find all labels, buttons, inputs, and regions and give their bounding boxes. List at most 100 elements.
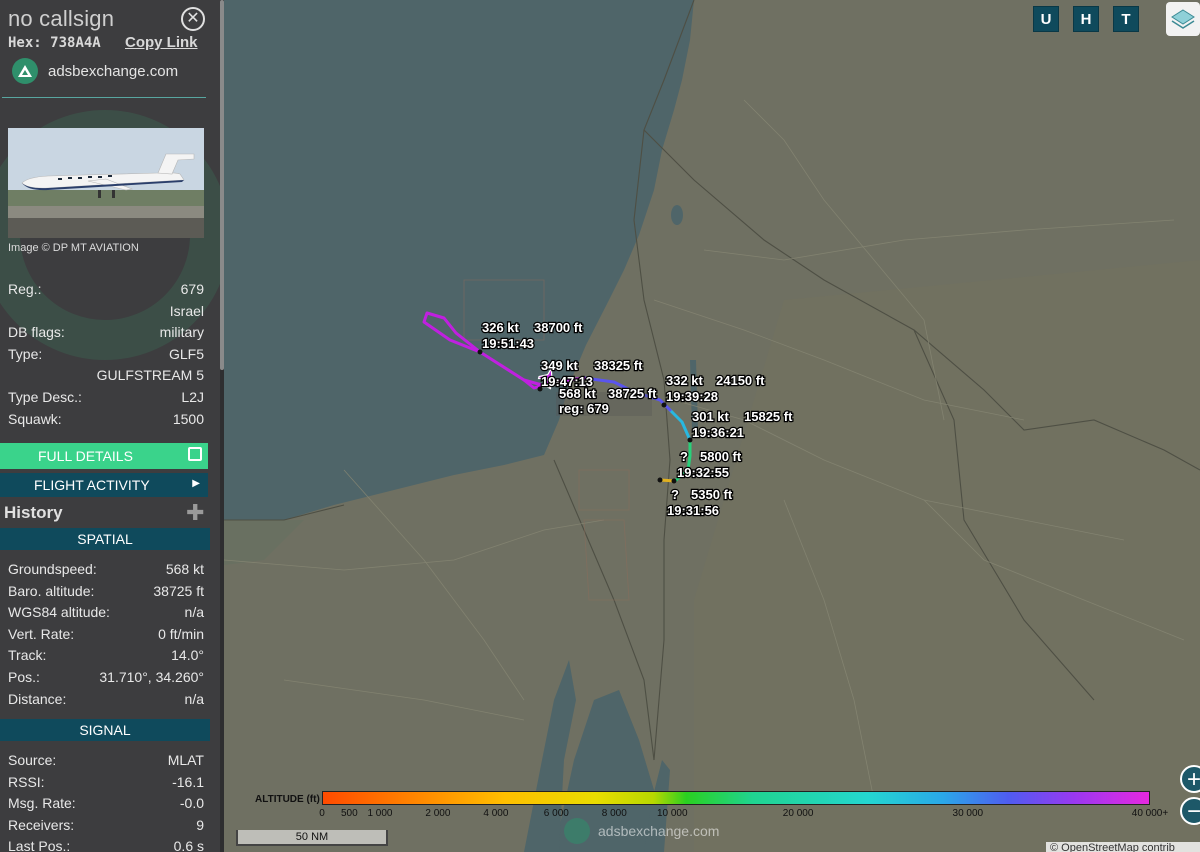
brand-name: adsbexchange.com — [48, 62, 179, 80]
detail-row: WGS84 altitude: n/a — [8, 604, 204, 624]
zoom-in-button[interactable]: + — [1180, 765, 1200, 793]
layers-icon — [1171, 9, 1195, 29]
adsbexchange-logo-icon — [564, 818, 590, 844]
detail-value: GLF5 — [168, 345, 204, 362]
hex-code: Hex: 738A4A — [8, 35, 101, 51]
label-speed: 326 kt — [482, 320, 520, 335]
detail-key: Baro. altitude: — [8, 582, 95, 599]
detail-row: Type: GLF5 — [8, 346, 204, 366]
detail-row: Last Pos.: 0.6 s — [8, 838, 204, 852]
detail-key: Type: — [8, 345, 43, 362]
adsbexchange-logo-icon — [12, 58, 38, 84]
map-watermark: adsbexchange.com — [564, 818, 719, 844]
toggle-h-button[interactable]: H — [1073, 6, 1099, 32]
label-altitude: 38725 ft — [608, 386, 657, 401]
map-attribution[interactable]: © OpenStreetMap contrib — [1046, 842, 1200, 852]
label-speed: ? — [680, 449, 688, 464]
label-time: 19:39:28 — [666, 389, 718, 404]
label-altitude: 15825 ft — [744, 409, 793, 424]
detail-key: Vert. Rate: — [8, 625, 75, 642]
close-icon[interactable]: ✕ — [181, 7, 205, 31]
altitude-tick-label: 40 000+ — [1131, 808, 1169, 819]
detail-row: RSSI: -16.1 — [8, 774, 204, 794]
detail-value: 679 — [180, 281, 204, 297]
spatial-section-header[interactable]: SPATIAL — [0, 528, 210, 550]
altitude-tick-label: 4 000 — [483, 808, 509, 819]
detail-key: Track: — [8, 647, 47, 664]
detail-key: Type Desc.: — [8, 389, 82, 405]
detail-key: Reg.: — [8, 281, 42, 297]
external-link-icon — [188, 447, 202, 461]
detail-key: WGS84 altitude: — [8, 604, 110, 621]
detail-key: Distance: — [8, 690, 67, 707]
detail-row: Israel — [8, 303, 204, 323]
detail-value: -16.1 — [172, 773, 204, 790]
map-canvas[interactable]: 326 kt 38700 ft 19:51:43 349 kt 38325 ft… — [224, 0, 1200, 852]
plus-icon: + — [1186, 766, 1200, 793]
detail-value: 0 ft/min — [158, 625, 204, 642]
detail-row: Msg. Rate: -0.0 — [8, 795, 204, 815]
detail-key: RSSI: — [8, 773, 45, 790]
signal-section-header[interactable]: SIGNAL — [0, 719, 210, 741]
aircraft-photo[interactable] — [8, 128, 204, 238]
plus-icon[interactable]: ✚ — [186, 500, 204, 526]
detail-value: 9 — [196, 816, 204, 833]
detail-value: 31.710°, 34.260° — [99, 669, 204, 685]
detail-key: Pos.: — [8, 669, 40, 685]
detail-value: 568 kt — [165, 561, 204, 577]
flight-activity-button[interactable]: FLIGHT ACTIVITY ▶ — [0, 473, 208, 497]
detail-row: Source: MLAT — [8, 752, 204, 772]
altitude-gradient — [322, 791, 1150, 805]
detail-value: 14.0° — [171, 647, 204, 664]
label-time: 19:31:56 — [667, 503, 719, 518]
detail-value: 38725 ft — [153, 582, 204, 599]
history-heading: History — [4, 503, 63, 522]
detail-key: Source: — [8, 752, 57, 768]
detail-key: Groundspeed: — [8, 561, 97, 577]
image-credit: Image © DP MT AVIATION — [8, 242, 139, 254]
detail-row: Reg.: 679 — [8, 281, 204, 301]
label-altitude: 24150 ft — [716, 373, 765, 388]
detail-key: Receivers: — [8, 816, 75, 833]
detail-value: L2J — [181, 389, 204, 405]
detail-value: 0.6 s — [173, 838, 204, 852]
full-details-button[interactable]: FULL DETAILS — [0, 443, 208, 469]
label-reg: reg: 679 — [559, 401, 609, 416]
brand-link[interactable]: adsbexchange.com — [12, 58, 178, 84]
map-view[interactable]: 326 kt 38700 ft 19:51:43 349 kt 38325 ft… — [224, 0, 1200, 852]
detail-key: Msg. Rate: — [8, 795, 76, 812]
triangle-right-icon: ▶ — [192, 478, 200, 489]
altitude-tick-label: 1 000 — [367, 808, 393, 819]
detail-key: Last Pos.: — [8, 838, 71, 852]
toggle-u-button[interactable]: U — [1033, 6, 1059, 32]
label-altitude: 38700 ft — [534, 320, 583, 335]
label-altitude: 38325 ft — [594, 358, 643, 373]
detail-key: DB flags: — [8, 324, 65, 341]
detail-row: Vert. Rate: 0 ft/min — [8, 626, 204, 646]
detail-value: -0.0 — [179, 795, 204, 812]
detail-value: GULFSTREAM 5 — [96, 367, 204, 384]
hex-value: 738A4A — [50, 35, 101, 51]
detail-row: Track: 14.0° — [8, 647, 204, 667]
label-speed: ? — [671, 487, 679, 502]
detail-value: n/a — [184, 604, 204, 621]
label-speed: 349 kt — [541, 358, 579, 373]
label-altitude: 5350 ft — [691, 487, 733, 502]
detail-row: GULFSTREAM 5 — [8, 367, 204, 387]
divider — [2, 97, 206, 98]
label-time: 19:32:55 — [677, 465, 729, 480]
detail-row: Receivers: 9 — [8, 817, 204, 837]
altitude-tick-label: 30 000 — [952, 808, 984, 819]
zoom-out-button[interactable]: − — [1180, 797, 1200, 825]
altitude-tick-label: 20 000 — [782, 808, 814, 819]
detail-value: military — [159, 324, 204, 341]
callsign: no callsign — [8, 6, 115, 31]
adsb-tracker-app: no callsign ✕ Hex: 738A4A Copy Link adsb… — [0, 0, 1200, 852]
layers-button[interactable] — [1166, 2, 1200, 36]
altitude-tick-label: 2 000 — [425, 808, 451, 819]
altitude-legend-title: ALTITUDE (ft) — [255, 794, 320, 805]
copy-link[interactable]: Copy Link — [125, 34, 198, 51]
detail-key: Squawk: — [8, 410, 62, 427]
label-time: 19:51:43 — [482, 336, 534, 351]
toggle-t-button[interactable]: T — [1113, 6, 1139, 32]
